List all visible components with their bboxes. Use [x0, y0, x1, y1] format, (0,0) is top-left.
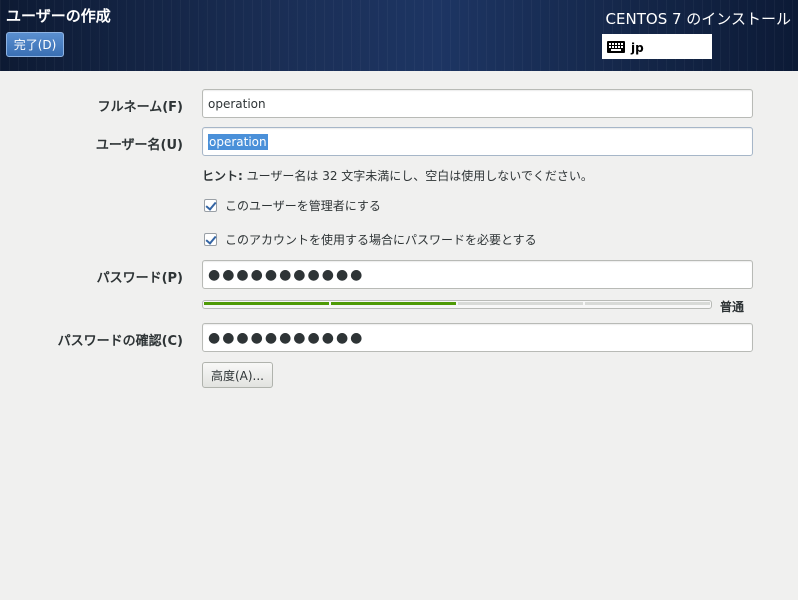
- admin-checkbox-row[interactable]: このユーザーを管理者にする: [204, 197, 381, 214]
- confirm-password-field[interactable]: ●●●●●●●●●●●: [202, 323, 753, 352]
- keyboard-layout-label: jp: [631, 41, 644, 55]
- strength-segment: [585, 302, 710, 305]
- strength-segment: [204, 302, 329, 305]
- password-strength-bar: [202, 300, 712, 309]
- password-label: パスワード(P): [96, 271, 183, 286]
- require-password-checkbox-label: このアカウントを使用する場合にパスワードを必要とする: [225, 233, 537, 247]
- confirm-password-value: ●●●●●●●●●●●: [208, 329, 365, 346]
- page-title: ユーザーの作成: [6, 7, 111, 25]
- hint-text: ユーザー名は 32 文字未満にし、空白は使用しないでください。: [242, 169, 593, 183]
- advanced-button[interactable]: 高度(A)...: [202, 362, 273, 388]
- fullname-label: フルネーム(F): [97, 100, 183, 115]
- username-label: ユーザー名(U): [95, 138, 183, 153]
- confirm-password-label: パスワードの確認(C): [57, 334, 183, 349]
- require-password-checkbox-row[interactable]: このアカウントを使用する場合にパスワードを必要とする: [204, 231, 537, 248]
- username-field[interactable]: operation: [202, 127, 753, 156]
- hint-prefix: ヒント:: [202, 169, 243, 183]
- keyboard-icon: [607, 40, 625, 53]
- username-hint: ヒント: ユーザー名は 32 文字未満にし、空白は使用しないでください。: [202, 167, 593, 184]
- header-bar: ユーザーの作成 完了(D) CENTOS 7 のインストール jp: [0, 0, 798, 71]
- done-button[interactable]: 完了(D): [6, 32, 64, 57]
- password-field[interactable]: ●●●●●●●●●●●: [202, 260, 753, 289]
- admin-checkbox[interactable]: [204, 199, 217, 212]
- fullname-value: operation: [208, 96, 266, 111]
- require-password-checkbox[interactable]: [204, 233, 217, 246]
- install-title: CENTOS 7 のインストール: [605, 10, 791, 28]
- password-value: ●●●●●●●●●●●: [208, 266, 365, 283]
- username-value: operation: [208, 133, 268, 150]
- admin-checkbox-label: このユーザーを管理者にする: [225, 199, 381, 213]
- fullname-field[interactable]: operation: [202, 89, 753, 118]
- strength-segment: [331, 302, 456, 305]
- strength-segment: [458, 302, 583, 305]
- keyboard-layout-indicator[interactable]: jp: [602, 34, 712, 59]
- password-strength-label: 普通: [720, 300, 745, 314]
